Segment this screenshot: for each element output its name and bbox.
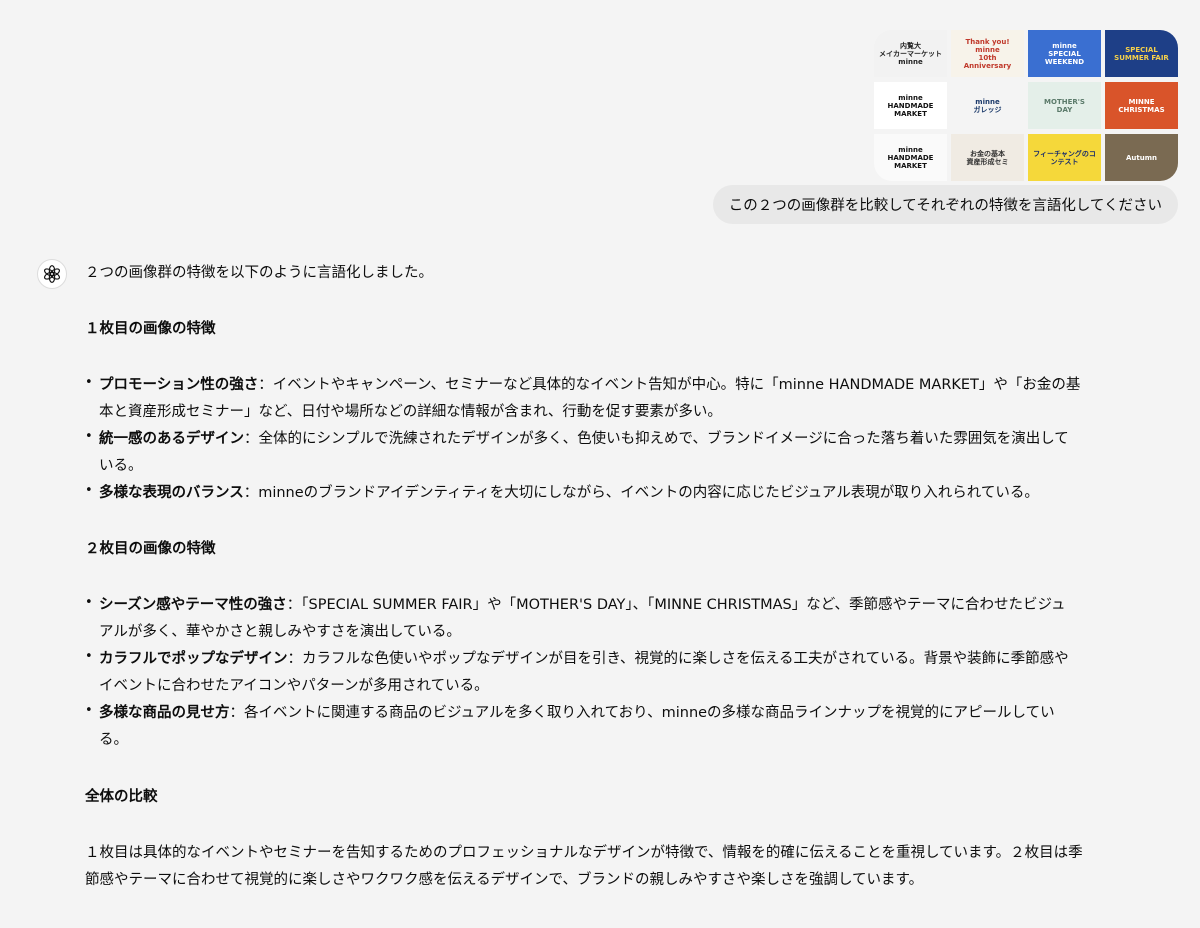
thumbnail-label: MINNE CHRISTMAS: [1118, 97, 1165, 114]
item-title: 多様な表現のバランス: [99, 485, 244, 501]
bullet-icon: •: [85, 375, 93, 390]
item-text: ：カラフルな色使いやポップなデザインが目を引き、視覚的に楽しさを伝える工夫がされ…: [287, 651, 1069, 667]
attached-image-thumbnail[interactable]: SPECIAL SUMMER FAIR: [1105, 30, 1178, 77]
thumbnail-label: minne ガレッジ: [973, 97, 1002, 114]
item-text: いる。: [99, 458, 143, 474]
thumbnail-label: MOTHER'S DAY: [1044, 97, 1085, 114]
attached-image-thumbnail[interactable]: Autumn: [1105, 134, 1178, 181]
attached-image-thumbnail[interactable]: Thank you! minne 10th Anniversary: [951, 30, 1024, 77]
thumbnail-label: お金の基本 資産形成セミ: [966, 149, 1009, 166]
item-title: シーズン感やテーマ性の強さ: [99, 597, 287, 613]
thumbnail-label: minne HANDMADE MARKET: [887, 93, 934, 118]
item-text: ：「SPECIAL SUMMER FAIR」や「MOTHER'S DAY」、「M…: [286, 597, 1066, 613]
attached-image-thumbnail[interactable]: MOTHER'S DAY: [1028, 82, 1101, 129]
attached-image-thumbnail[interactable]: minne HANDMADE MARKET: [874, 134, 947, 181]
summary-text: 節感やテーマに合わせて視覚的に楽しさやワクワク感を伝えるデザインで、ブランドの親…: [85, 872, 924, 888]
item-text: アルが多く、華やかさと親しみやすさを演出している。: [99, 624, 461, 640]
bullet-icon: •: [85, 703, 93, 718]
attached-image-thumbnail[interactable]: minne HANDMADE MARKET: [874, 82, 947, 129]
attached-image-thumbnail[interactable]: お金の基本 資産形成セミ: [951, 134, 1024, 181]
item-title: 統一感のあるデザイン: [99, 431, 244, 447]
thumbnail-label: minne HANDMADE MARKET: [887, 145, 934, 170]
bullet-icon: •: [85, 483, 93, 498]
attached-image-thumbnail[interactable]: フィーチャングのコンテスト: [1028, 134, 1101, 181]
bullet-icon: •: [85, 429, 93, 444]
user-message-bubble: この２つの画像群を比較してそれぞれの特徴を言語化してください: [712, 185, 1178, 224]
item-text: ：各イベントに関連する商品のビジュアルを多く取り入れており、minneの多様な商…: [229, 705, 1055, 721]
attached-image-thumbnail[interactable]: MINNE CHRISTMAS: [1105, 82, 1178, 129]
bullet-icon: •: [85, 649, 93, 664]
thumbnail-label: Autumn: [1125, 153, 1157, 162]
thumbnail-label: Thank you! minne 10th Anniversary: [963, 37, 1012, 70]
item-text: ：全体的にシンプルで洗練されたデザインが多く、色使いも抑えめで、ブランドイメージ…: [244, 431, 1069, 447]
attached-image-thumbnail[interactable]: minne SPECIAL WEEKEND: [1028, 30, 1101, 77]
item-text: ：イベントやキャンペーン、セミナーなど具体的なイベント告知が中心。特に「minn…: [258, 377, 1081, 393]
item-text: る。: [99, 732, 128, 748]
intro-text: ２つの画像群の特徴を以下のように言語化しました。: [85, 265, 433, 281]
item-title: カラフルでポップなデザイン: [99, 651, 288, 667]
thumbnail-label: フィーチャングのコンテスト: [1033, 149, 1096, 166]
thumbnail-label: SPECIAL SUMMER FAIR: [1114, 45, 1169, 62]
item-title: プロモーション性の強さ: [99, 377, 259, 393]
section2-heading: ２枚目の画像の特徴: [85, 541, 216, 557]
attached-image-thumbnail[interactable]: 内覧大 メイカーマーケット minne: [874, 30, 947, 77]
openai-logo-icon: [43, 265, 61, 283]
thumbnail-label: 内覧大 メイカーマーケット minne: [879, 41, 942, 66]
bullet-icon: •: [85, 595, 93, 610]
attached-image-thumbnail[interactable]: minne ガレッジ: [951, 82, 1024, 129]
item-text: 本と資産形成セミナー」など、日付や場所などの詳細な情報が含まれ、行動を促す要素が…: [99, 404, 722, 420]
summary-text: １枚目は具体的なイベントやセミナーを告知するためのプロフェッショナルなデザインが…: [85, 845, 1083, 861]
section3-heading: 全体の比較: [85, 789, 158, 805]
attached-image-grid[interactable]: 内覧大 メイカーマーケット minne Thank you! minne 10th…: [874, 30, 1178, 181]
thumbnail-label: minne SPECIAL WEEKEND: [1044, 41, 1085, 66]
item-text: イベントに合わせたアイコンやパターンが多用されている。: [99, 678, 489, 694]
item-text: ：minneのブランドアイデンティティを大切にしながら、イベントの内容に応じたビ…: [243, 485, 1039, 501]
section1-heading: １枚目の画像の特徴: [85, 321, 216, 337]
assistant-avatar-icon: [37, 259, 67, 289]
item-title: 多様な商品の見せ方: [99, 705, 230, 721]
